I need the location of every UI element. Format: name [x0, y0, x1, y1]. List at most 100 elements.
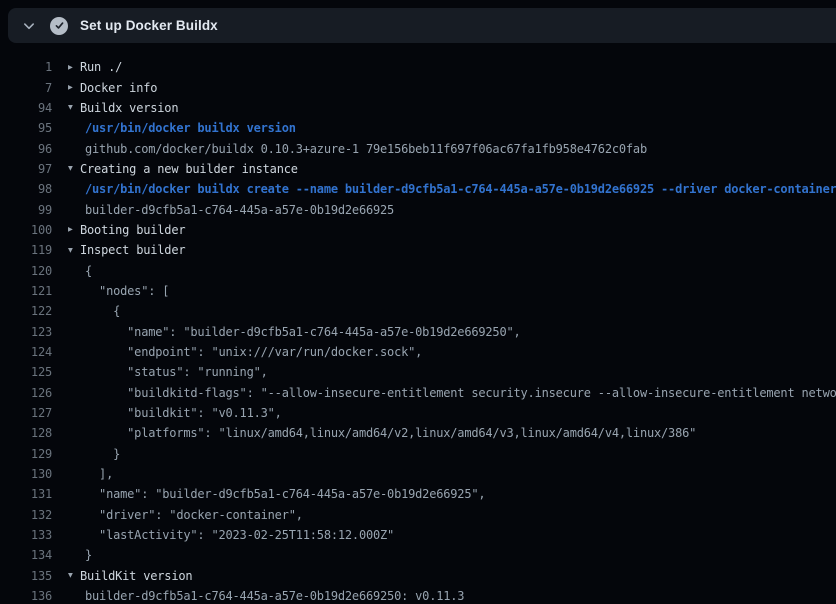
- log-text: ],: [85, 467, 113, 481]
- log-line[interactable]: 100 ▶ Booting builder: [0, 220, 836, 240]
- log-text: "platforms": "linux/amd64,linux/amd64/v2…: [85, 426, 696, 440]
- log-line-content: "driver": "docker-container",: [68, 508, 836, 522]
- log-line: 133 "lastActivity": "2023-02-25T11:58:12…: [0, 525, 836, 545]
- log-text: Docker info: [80, 81, 157, 95]
- log-line-content: ],: [68, 467, 836, 481]
- log-line-content: "name": "builder-d9cfb5a1-c764-445a-a57e…: [68, 325, 836, 339]
- line-number[interactable]: 122: [0, 304, 52, 318]
- line-number[interactable]: 98: [0, 182, 52, 196]
- log-line-content: builder-d9cfb5a1-c764-445a-a57e-0b19d2e6…: [68, 203, 836, 217]
- log-text: /usr/bin/docker buildx create --name bui…: [85, 182, 836, 196]
- line-number[interactable]: 135: [0, 569, 52, 583]
- line-number[interactable]: 123: [0, 325, 52, 339]
- line-number[interactable]: 119: [0, 243, 52, 257]
- log-line[interactable]: 119 ▼ Inspect builder: [0, 240, 836, 260]
- log-line-content: {: [68, 304, 836, 318]
- line-number[interactable]: 130: [0, 467, 52, 481]
- log-line: 125 "status": "running",: [0, 362, 836, 382]
- line-number[interactable]: 99: [0, 203, 52, 217]
- chevron-down-icon[interactable]: [21, 18, 37, 34]
- log-text: "lastActivity": "2023-02-25T11:58:12.000…: [85, 528, 394, 542]
- log-line-content: "platforms": "linux/amd64,linux/amd64/v2…: [68, 426, 836, 440]
- log-line: 120 {: [0, 260, 836, 280]
- log-line-content: "lastActivity": "2023-02-25T11:58:12.000…: [68, 528, 836, 542]
- log-line: 131 "name": "builder-d9cfb5a1-c764-445a-…: [0, 484, 836, 504]
- log-line: 129 }: [0, 444, 836, 464]
- log-line-content: /usr/bin/docker buildx create --name bui…: [68, 182, 836, 196]
- log-line-content: builder-d9cfb5a1-c764-445a-a57e-0b19d2e6…: [68, 589, 836, 603]
- log-line-content: ▼ Creating a new builder instance: [68, 162, 836, 176]
- log-line: 130 ],: [0, 464, 836, 484]
- log-line: 132 "driver": "docker-container",: [0, 505, 836, 525]
- line-number[interactable]: 133: [0, 528, 52, 542]
- log-line-content: "status": "running",: [68, 365, 836, 379]
- log-text: }: [85, 447, 120, 461]
- log-line: 99 builder-d9cfb5a1-c764-445a-a57e-0b19d…: [0, 199, 836, 219]
- line-number[interactable]: 94: [0, 101, 52, 115]
- log-line[interactable]: 1 ▶ Run ./: [0, 57, 836, 77]
- log-line[interactable]: 7 ▶ Docker info: [0, 77, 836, 97]
- log-line-content: ▶ Run ./: [68, 60, 836, 74]
- log-text: "endpoint": "unix:///var/run/docker.sock…: [85, 345, 422, 359]
- line-number[interactable]: 134: [0, 548, 52, 562]
- group-toggle-icon[interactable]: ▼: [68, 245, 80, 254]
- line-number[interactable]: 121: [0, 284, 52, 298]
- line-number[interactable]: 126: [0, 386, 52, 400]
- group-toggle-icon[interactable]: ▶: [68, 83, 80, 92]
- line-number[interactable]: 128: [0, 426, 52, 440]
- log-text: Buildx version: [80, 101, 178, 115]
- line-number[interactable]: 125: [0, 365, 52, 379]
- log-text: builder-d9cfb5a1-c764-445a-a57e-0b19d2e6…: [85, 203, 394, 217]
- log-text: github.com/docker/buildx 0.10.3+azure-1 …: [85, 142, 647, 156]
- log-line-content: "name": "builder-d9cfb5a1-c764-445a-a57e…: [68, 487, 836, 501]
- log-text: "name": "builder-d9cfb5a1-c764-445a-a57e…: [85, 487, 485, 501]
- log-text: /usr/bin/docker buildx version: [85, 121, 296, 135]
- line-number[interactable]: 124: [0, 345, 52, 359]
- line-number[interactable]: 1: [0, 60, 52, 74]
- log-line: 128 "platforms": "linux/amd64,linux/amd6…: [0, 423, 836, 443]
- line-number[interactable]: 95: [0, 121, 52, 135]
- line-number[interactable]: 100: [0, 223, 52, 237]
- log-text: }: [85, 548, 92, 562]
- log-line-content: ▶ Docker info: [68, 81, 836, 95]
- log-line-content: ▼ Inspect builder: [68, 243, 836, 257]
- log-line: 126 "buildkitd-flags": "--allow-insecure…: [0, 383, 836, 403]
- log-line-content: /usr/bin/docker buildx version: [68, 121, 836, 135]
- log-line[interactable]: 94 ▼ Buildx version: [0, 98, 836, 118]
- log-line: 123 "name": "builder-d9cfb5a1-c764-445a-…: [0, 321, 836, 341]
- line-number[interactable]: 136: [0, 589, 52, 603]
- group-toggle-icon[interactable]: ▶: [68, 225, 80, 234]
- group-toggle-icon[interactable]: ▼: [68, 103, 80, 112]
- log-text: "name": "builder-d9cfb5a1-c764-445a-a57e…: [85, 325, 521, 339]
- log-line-content: "buildkitd-flags": "--allow-insecure-ent…: [68, 386, 836, 400]
- group-toggle-icon[interactable]: ▶: [68, 62, 80, 71]
- line-number[interactable]: 129: [0, 447, 52, 461]
- log-line: 98 /usr/bin/docker buildx create --name …: [0, 179, 836, 199]
- group-toggle-icon[interactable]: ▼: [68, 164, 80, 173]
- log-line: 96 github.com/docker/buildx 0.10.3+azure…: [0, 138, 836, 158]
- log-text: Creating a new builder instance: [80, 162, 298, 176]
- log-text: BuildKit version: [80, 569, 192, 583]
- line-number[interactable]: 96: [0, 142, 52, 156]
- step-header[interactable]: Set up Docker Buildx: [8, 8, 836, 43]
- group-toggle-icon[interactable]: ▼: [68, 571, 80, 580]
- log-line[interactable]: 97 ▼ Creating a new builder instance: [0, 159, 836, 179]
- log-line: 95 /usr/bin/docker buildx version: [0, 118, 836, 138]
- log-text: "nodes": [: [85, 284, 169, 298]
- log-lines-container: 1 ▶ Run ./ 7 ▶ Docker info 94 ▼ Buildx v…: [0, 57, 836, 604]
- line-number[interactable]: 131: [0, 487, 52, 501]
- line-number[interactable]: 7: [0, 81, 52, 95]
- log-text: builder-d9cfb5a1-c764-445a-a57e-0b19d2e6…: [85, 589, 464, 603]
- step-title: Set up Docker Buildx: [80, 18, 218, 33]
- line-number[interactable]: 120: [0, 264, 52, 278]
- line-number[interactable]: 97: [0, 162, 52, 176]
- log-text: Run ./: [80, 60, 122, 74]
- log-line: 121 "nodes": [: [0, 281, 836, 301]
- line-number[interactable]: 132: [0, 508, 52, 522]
- line-number[interactable]: 127: [0, 406, 52, 420]
- log-line-content: "nodes": [: [68, 284, 836, 298]
- log-line[interactable]: 135 ▼ BuildKit version: [0, 566, 836, 586]
- log-line-content: ▶ Booting builder: [68, 223, 836, 237]
- log-text: {: [85, 264, 92, 278]
- log-text: "status": "running",: [85, 365, 268, 379]
